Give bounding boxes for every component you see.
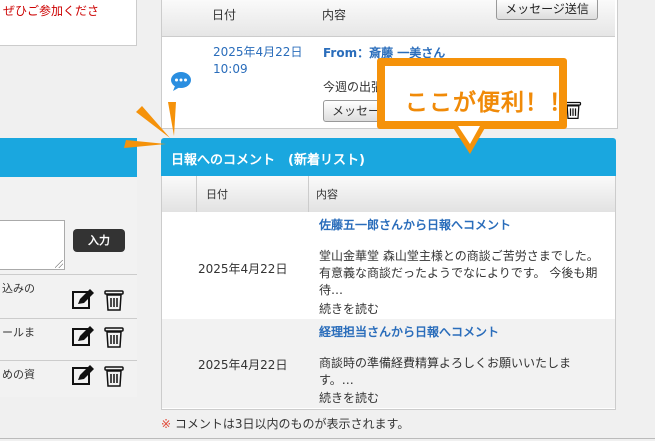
comment-title-link[interactable]: 佐藤五一郎さんから日報へコメント (319, 216, 511, 233)
comments-col-content: 内容 (316, 188, 338, 201)
comment-body: 堂山金華堂 森山堂主様との商談ご苦労さまでした。 有意義な商談だったようでなによ… (319, 249, 599, 297)
comments-column-header: 日付 内容 (162, 176, 615, 213)
comments-note: ※ コメントは3日以内のものが表示されます。 (161, 415, 409, 432)
left-list-item-text: 込みの (2, 282, 35, 295)
read-more-link[interactable]: 続きを読む (319, 389, 379, 406)
trash-icon[interactable] (102, 364, 126, 388)
messages-col-content: 内容 (322, 8, 347, 22)
comment-title-link[interactable]: 経理担当さんから日報へコメント (319, 323, 499, 340)
message-date: 2025年4月22日 (213, 45, 303, 59)
column-divider (308, 176, 309, 212)
left-list-item-text: めの資 (2, 368, 35, 381)
left-top-panel: ぜひご参加くださ (0, 0, 137, 46)
note-mark: ※ (161, 417, 172, 431)
callout-inner: ここが便利！！ (383, 64, 572, 123)
divider (0, 438, 655, 439)
send-message-button[interactable]: メッセージ送信 (496, 0, 598, 20)
callout-box: ここが便利！！ (377, 58, 572, 129)
table-row: 2025年4月22日 経理担当さんから日報へコメント 商談時の準備経費精算よろし… (162, 319, 615, 408)
message-time: 10:09 (213, 62, 248, 76)
note-text: コメントは3日以内のものが表示されます。 (174, 417, 410, 431)
edit-icon[interactable] (71, 364, 95, 388)
left-top-text: ぜひご参加くださ (3, 4, 100, 18)
comment-body: 商談時の準備経費精算よろしくお願いいたします。… (319, 356, 572, 387)
chat-bubble-icon (171, 72, 191, 91)
trash-icon[interactable] (102, 288, 126, 312)
message-body: 今週の出張 (323, 80, 384, 94)
comment-date: 2025年4月22日 (198, 358, 288, 372)
messages-col-date: 日付 (212, 8, 237, 22)
edit-icon[interactable] (71, 288, 95, 312)
table-row: 2025年4月22日 佐藤五一郎さんから日報へコメント 堂山金華堂 森山堂主様と… (162, 212, 615, 319)
callout-text: ここが便利！！ (405, 90, 573, 116)
edit-icon[interactable] (71, 325, 95, 349)
message-date-block: 2025年4月22日 10:09 (213, 44, 302, 78)
column-divider (196, 176, 197, 212)
resize-grip-icon[interactable] (55, 260, 63, 268)
comment-date: 2025年4月22日 (198, 262, 288, 276)
attention-rays-icon (124, 102, 176, 148)
comments-title: 日報へのコメント (新着リスト) (171, 153, 365, 168)
left-list-item-text: ールま (2, 326, 35, 339)
comments-panel-header: 日報へのコメント (新着リスト) (161, 138, 616, 176)
read-more-link[interactable]: 続きを読む (319, 300, 379, 317)
input-button[interactable]: 入力 (73, 229, 125, 252)
comments-col-date: 日付 (206, 188, 228, 201)
trash-icon[interactable] (102, 325, 126, 349)
callout-pointer-icon (452, 126, 486, 154)
left-panel-header (0, 138, 137, 177)
left-comment-textarea[interactable] (0, 220, 65, 270)
